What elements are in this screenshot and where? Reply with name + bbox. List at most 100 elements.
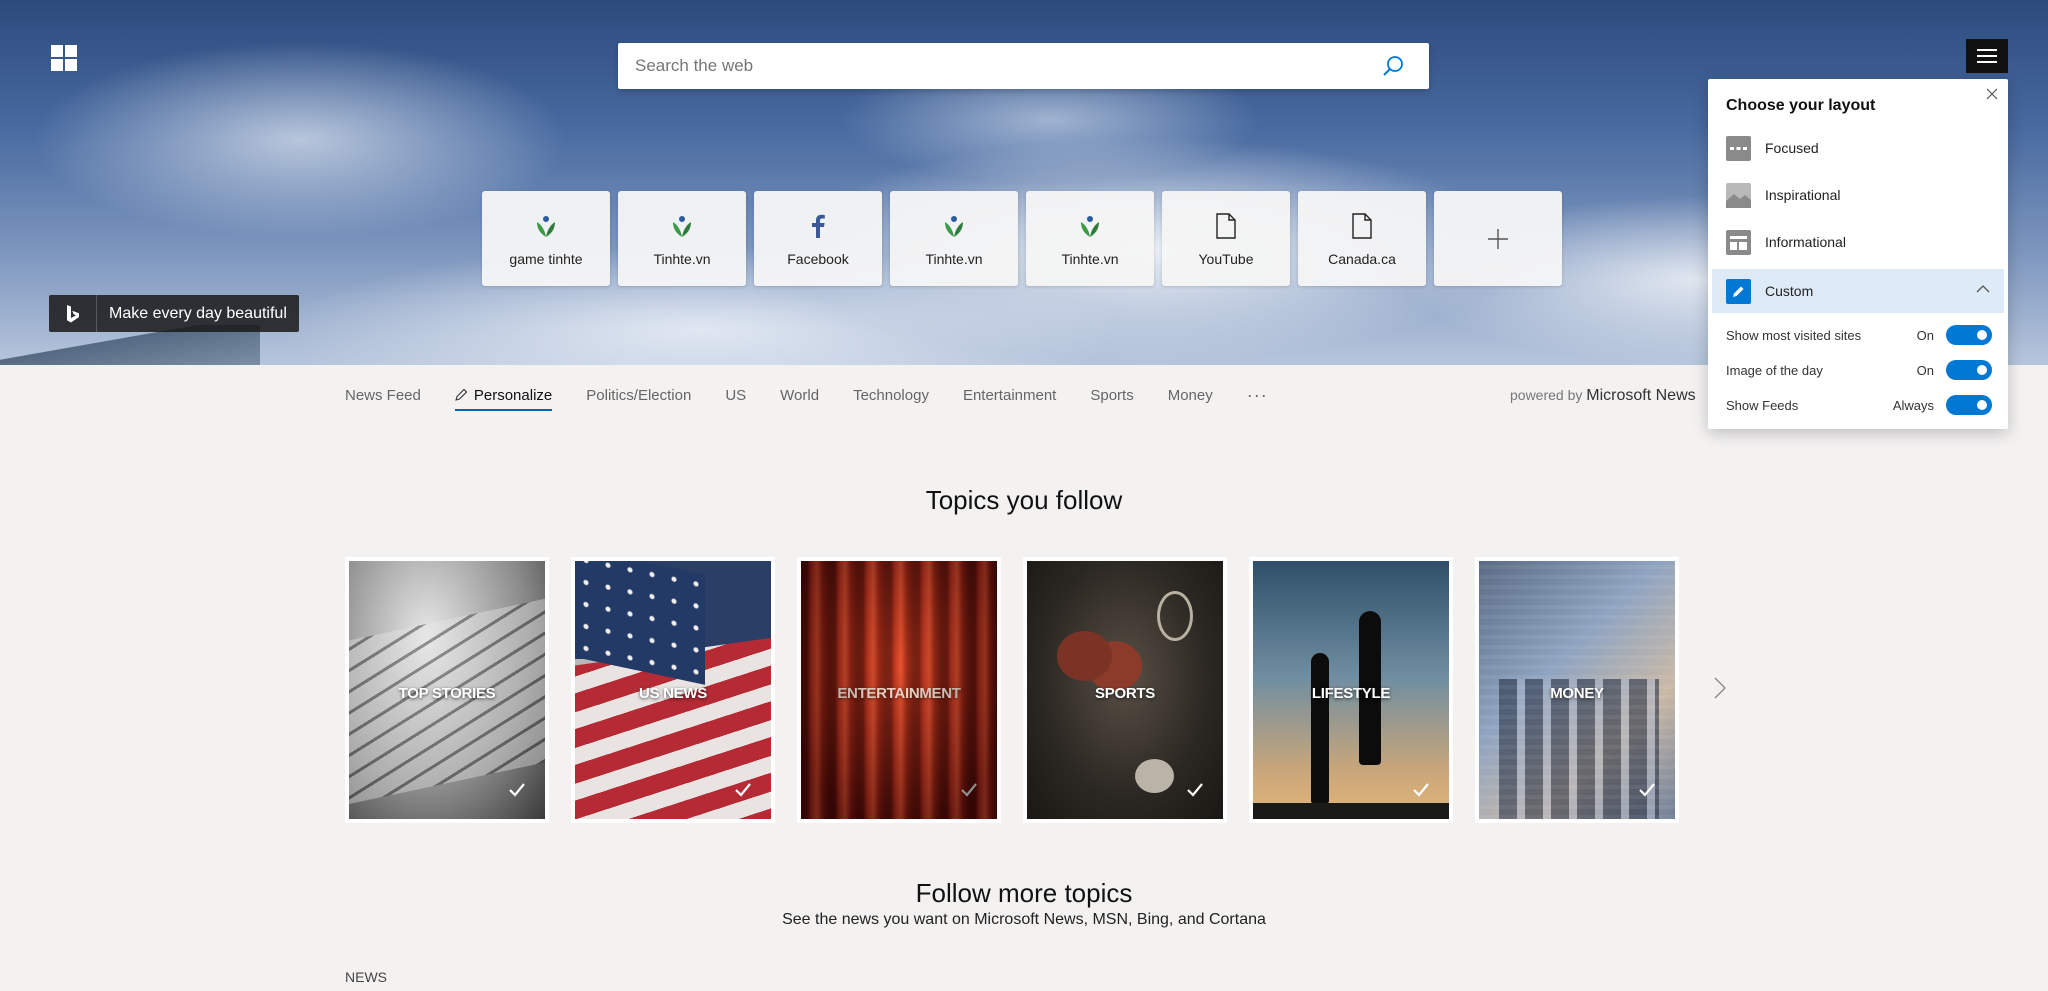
topic-card-top-stories[interactable]: TOP STORIES <box>345 557 549 823</box>
top-sites: game tinhte Tinhte.vn Facebook Tinhte.vn… <box>482 191 1562 286</box>
topic-card-money[interactable]: MONEY <box>1475 557 1679 823</box>
tinhte-icon <box>667 211 697 241</box>
checkmark-icon <box>1413 783 1429 797</box>
bing-logo-icon <box>49 295 97 332</box>
nav-item-us[interactable]: US <box>725 387 746 404</box>
chevron-up-icon[interactable] <box>1976 284 1990 294</box>
topic-cards: TOP STORIES US NEWS ENTERTAINMENT SPORTS… <box>345 557 1679 823</box>
toggle-label: Show most visited sites <box>1726 327 1862 343</box>
focused-layout-icon <box>1726 135 1751 161</box>
microsoft-news-brand[interactable]: Microsoft News <box>1586 387 1695 404</box>
powered-by-prefix: powered by <box>1510 387 1583 403</box>
topic-card-sports[interactable]: SPORTS <box>1023 557 1227 823</box>
section-label-news: NEWS <box>345 969 387 985</box>
search-box[interactable] <box>618 43 1429 89</box>
checkmark-icon <box>961 783 977 797</box>
topic-image: ENTERTAINMENT <box>801 561 997 819</box>
close-icon[interactable] <box>1986 88 1998 100</box>
topic-image: LIFESTYLE <box>1253 561 1449 819</box>
search-input[interactable] <box>635 43 1355 89</box>
nav-item-money[interactable]: Money <box>1168 387 1213 404</box>
hamburger-menu-icon[interactable] <box>1966 39 2008 73</box>
inspirational-layout-icon <box>1726 182 1751 208</box>
nav-item-personalize[interactable]: Personalize <box>454 386 553 411</box>
checkmark-icon <box>509 783 525 797</box>
add-site-button[interactable] <box>1434 191 1562 286</box>
topic-image: TOP STORIES <box>349 561 545 819</box>
top-site-tile[interactable]: Tinhte.vn <box>618 191 746 286</box>
top-site-tile[interactable]: game tinhte <box>482 191 610 286</box>
search-icon[interactable] <box>1381 54 1405 78</box>
nav-item-label: Personalize <box>473 386 553 404</box>
toggle-switch[interactable] <box>1946 395 1992 415</box>
toggle-value: On <box>1916 327 1934 343</box>
bing-tagline: Make every day beautiful <box>109 305 287 322</box>
toggle-label: Image of the day <box>1726 362 1823 378</box>
layout-option-focused[interactable]: Focused <box>1712 126 2004 170</box>
toggle-value: Always <box>1892 397 1934 413</box>
top-site-label: Facebook <box>787 251 849 267</box>
chevron-right-icon[interactable] <box>1713 676 1727 700</box>
topic-label: US NEWS <box>639 685 707 702</box>
more-options-icon[interactable]: ··· <box>1247 385 1268 406</box>
top-site-tile[interactable]: Facebook <box>754 191 882 286</box>
tinhte-icon <box>531 211 561 241</box>
top-site-label: YouTube <box>1198 251 1254 267</box>
layout-option-label: Informational <box>1765 234 1846 250</box>
custom-layout-icon <box>1726 278 1751 304</box>
nav-item-news-feed[interactable]: News Feed <box>345 387 421 404</box>
checkmark-icon <box>1639 783 1655 797</box>
layout-option-label: Inspirational <box>1765 187 1841 203</box>
pencil-icon <box>455 388 468 401</box>
layout-option-informational[interactable]: Informational <box>1712 220 2004 264</box>
topic-image: US NEWS <box>575 561 771 819</box>
checkmark-icon <box>1187 783 1203 797</box>
topic-label: LIFESTYLE <box>1311 685 1391 702</box>
top-site-tile[interactable]: YouTube <box>1162 191 1290 286</box>
nav-item-technology[interactable]: Technology <box>853 387 929 404</box>
topics-heading: Topics you follow <box>925 485 1123 515</box>
topic-label: TOP STORIES <box>398 685 496 702</box>
layout-option-inspirational[interactable]: Inspirational <box>1712 173 2004 217</box>
top-site-label: Tinhte.vn <box>653 251 711 267</box>
topic-label: MONEY <box>1550 685 1604 702</box>
page-icon <box>1211 211 1241 241</box>
follow-heading: Follow more topics <box>915 878 1133 908</box>
top-site-tile[interactable]: Canada.ca <box>1298 191 1426 286</box>
top-site-tile[interactable]: Tinhte.vn <box>1026 191 1154 286</box>
toggle-image-of-day: Image of the day On <box>1726 359 1992 381</box>
facebook-icon <box>803 211 833 241</box>
layout-option-label: Custom <box>1765 283 1814 299</box>
top-site-label: Tinhte.vn <box>1061 251 1119 267</box>
topic-card-us-news[interactable]: US NEWS <box>571 557 775 823</box>
layout-option-custom[interactable]: Custom <box>1712 269 2004 313</box>
topic-label: ENTERTAINMENT <box>837 685 961 702</box>
windows-logo-icon[interactable] <box>51 45 77 71</box>
nav-item-sports[interactable]: Sports <box>1090 387 1133 404</box>
page-icon <box>1347 211 1377 241</box>
nav-item-politics[interactable]: Politics/Election <box>586 387 691 404</box>
nav-item-world[interactable]: World <box>780 387 819 404</box>
nav-item-entertainment[interactable]: Entertainment <box>963 387 1056 404</box>
bing-image-credit[interactable]: Make every day beautiful <box>49 295 299 332</box>
layout-panel: Choose your layout Focused Inspirational… <box>1708 79 2008 429</box>
top-site-tile[interactable]: Tinhte.vn <box>890 191 1018 286</box>
layout-panel-title: Choose your layout <box>1726 97 1876 114</box>
checkmark-icon <box>735 783 751 797</box>
tinhte-icon <box>1075 211 1105 241</box>
powered-by: powered by Microsoft News <box>1510 380 1696 410</box>
toggle-label: Show Feeds <box>1726 397 1799 413</box>
toggle-most-visited: Show most visited sites On <box>1726 324 1992 346</box>
topic-card-lifestyle[interactable]: LIFESTYLE <box>1249 557 1453 823</box>
toggle-switch[interactable] <box>1946 360 1992 380</box>
toggle-value: On <box>1916 362 1934 378</box>
top-site-label: Canada.ca <box>1328 251 1396 267</box>
topic-image: SPORTS <box>1027 561 1223 819</box>
follow-subtitle: See the news you want on Microsoft News,… <box>782 911 1266 928</box>
toggle-switch[interactable] <box>1946 325 1992 345</box>
topic-label: SPORTS <box>1095 685 1155 702</box>
topic-card-entertainment[interactable]: ENTERTAINMENT <box>797 557 1001 823</box>
informational-layout-icon <box>1726 229 1751 255</box>
plus-icon <box>1488 228 1508 249</box>
top-site-label: Tinhte.vn <box>925 251 983 267</box>
